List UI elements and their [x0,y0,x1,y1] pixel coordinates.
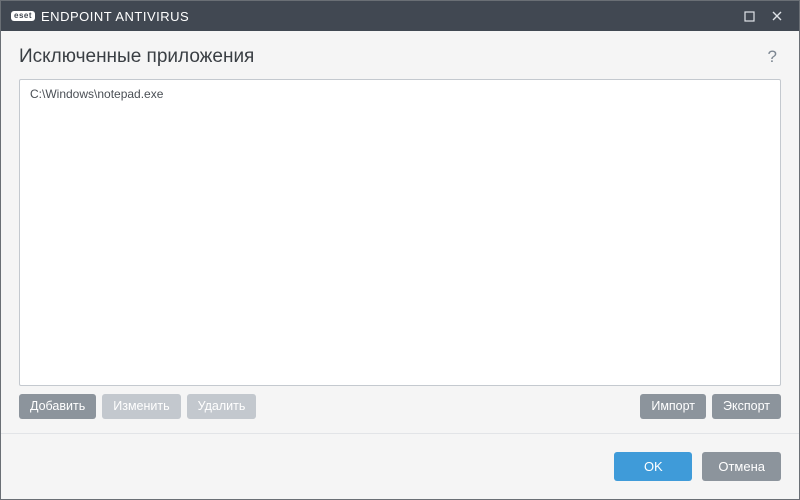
app-window: eset ENDPOINT ANTIVIRUS Исключенные прил… [0,0,800,500]
add-button[interactable]: Добавить [19,394,96,420]
ok-button[interactable]: OK [614,452,692,481]
footer: OK Отмена [1,433,799,499]
header-row: Исключенные приложения ? [1,31,799,79]
brand-badge: eset [11,11,35,21]
list-item[interactable]: C:\Windows\notepad.exe [20,84,780,104]
titlebar: eset ENDPOINT ANTIVIRUS [1,1,799,31]
cancel-button[interactable]: Отмена [702,452,781,481]
edit-button: Изменить [102,394,180,420]
exclusions-list[interactable]: C:\Windows\notepad.exe [19,79,781,386]
export-button[interactable]: Экспорт [712,394,781,420]
content-area: C:\Windows\notepad.exe Добавить Изменить… [1,79,799,433]
product-name: ENDPOINT ANTIVIRUS [41,9,189,24]
close-icon [771,10,783,22]
close-button[interactable] [763,1,791,31]
delete-button: Удалить [187,394,257,420]
action-row: Добавить Изменить Удалить Импорт Экспорт [19,394,781,420]
maximize-button[interactable] [735,1,763,31]
maximize-icon [744,11,755,22]
page-title: Исключенные приложения [19,46,254,68]
import-button[interactable]: Импорт [640,394,706,420]
help-button[interactable]: ? [764,45,781,69]
